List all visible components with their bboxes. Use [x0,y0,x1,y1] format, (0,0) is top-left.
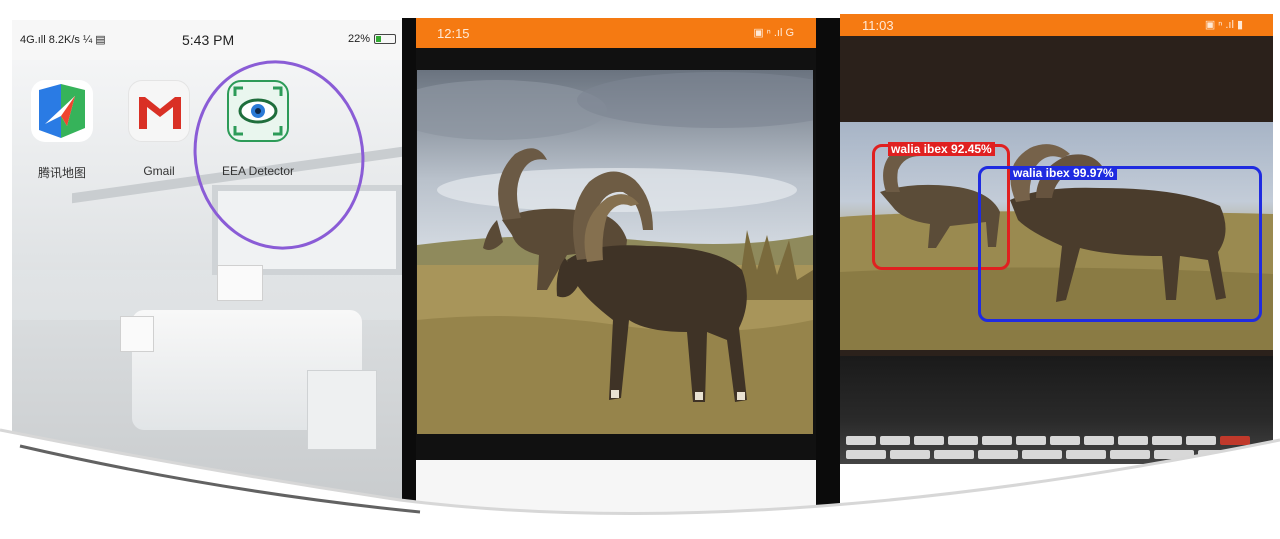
laptop-screen: walia ibex 92.45% walia ibex 99.97% [840,122,1273,350]
status-bar: 11:03 ▣ ⁿ .ıl ▮ [840,14,1273,36]
lamp-shade [217,265,263,301]
network-indicator: 4G.ıll 8.2K/s ¼ ▤ [20,34,106,46]
detection-box-2 [978,166,1262,322]
side-table [307,370,377,450]
detection-label-1: walia ibex 92.45% [888,142,995,156]
image-viewer-panel: 12:15 ▣ ⁿ .ıl G [403,18,816,524]
detection-label-2: walia ibex 99.97% [1010,166,1117,180]
status-time: 5:43 PM [182,32,235,48]
battery-percent: 22% [347,33,370,45]
laptop-keyboard [840,356,1273,464]
detector-camera-panel: 11:03 ▣ ⁿ .ıl ▮ walia ibex 92.45% walia … [840,14,1273,528]
app-label-gmail: Gmail [143,164,175,178]
status-icons: ▣ ⁿ .ıl ▮ [1204,19,1243,31]
status-bar: 12:15 ▣ ⁿ .ıl G [403,18,816,48]
ibex-photo[interactable] [417,70,813,434]
status-time: 11:03 [862,18,894,33]
lamp-shade-2 [120,316,154,352]
map-app-icon [31,80,93,142]
gmail-icon [128,80,190,142]
panel-divider [402,18,416,524]
status-time: 12:15 [437,26,470,41]
camera-preview: walia ibex 92.45% walia ibex 99.97% [840,36,1273,464]
status-bar: 4G.ıll 8.2K/s ¼ ▤ 5:43 PM 22% [12,20,402,60]
app-map[interactable]: 腾讯地图 [24,80,100,181]
app-gmail[interactable]: Gmail [121,80,197,178]
status-icons: ▣ ⁿ .ıl G [753,27,794,39]
home-screen-panel: 4G.ıll 8.2K/s ¼ ▤ 5:43 PM 22% 腾讯地图 Gmail [12,20,402,520]
app-label-map: 腾讯地图 [37,166,86,180]
battery-icon [374,34,396,44]
panel-divider [816,18,840,528]
